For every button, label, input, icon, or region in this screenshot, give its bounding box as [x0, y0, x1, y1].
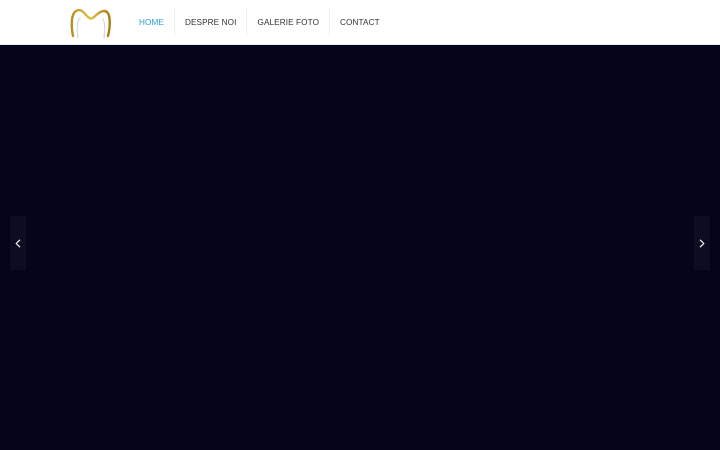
nav-item-despre-noi[interactable]: DESPRE NOI: [173, 8, 247, 36]
nav-item-galerie-foto[interactable]: GALERIE FOTO: [246, 8, 329, 36]
main-nav: HOME DESPRE NOI GALERIE FOTO CONTACT: [129, 8, 390, 36]
chevron-right-icon: [699, 238, 705, 248]
site-logo[interactable]: [70, 6, 112, 40]
slider-next-button[interactable]: [694, 216, 710, 270]
hero-slider: [0, 45, 720, 450]
slider-prev-button[interactable]: [10, 216, 26, 270]
tooth-logo-icon: [70, 8, 111, 39]
nav-item-contact[interactable]: CONTACT: [329, 8, 390, 36]
nav-item-home[interactable]: HOME: [129, 8, 174, 36]
chevron-left-icon: [15, 238, 21, 248]
site-header: HOME DESPRE NOI GALERIE FOTO CONTACT: [0, 0, 720, 45]
